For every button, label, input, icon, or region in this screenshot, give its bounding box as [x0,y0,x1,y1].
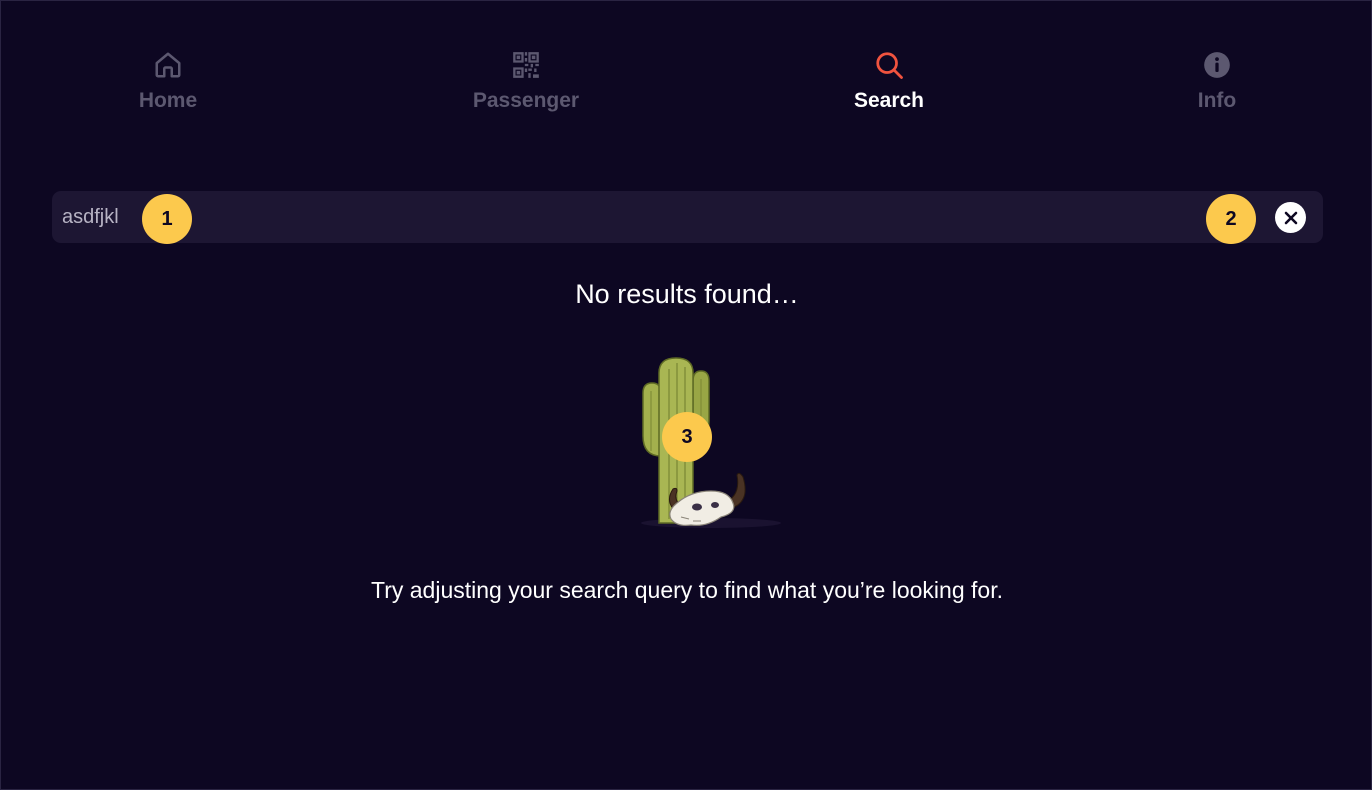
search-input[interactable] [62,191,1242,243]
annotation-marker-2: 2 [1206,194,1256,244]
search-icon [873,49,905,81]
empty-state-title: No results found… [575,279,799,309]
tab-home-label: Home [138,89,198,112]
tab-passenger-label: Passenger [472,89,580,112]
tab-home[interactable]: Home [58,49,278,113]
tab-info[interactable]: Info [1107,49,1327,113]
qr-code-icon [510,49,542,81]
annotation-marker-3: 3 [662,412,712,462]
annotation-marker-1: 1 [142,194,192,244]
search-bar [52,191,1323,243]
info-icon [1201,49,1233,81]
tab-search[interactable]: Search [779,49,999,113]
tab-search-label: Search [853,89,925,112]
app-window: Home Passenger Search Info asdfjkl 1 2 3… [0,0,1372,790]
close-icon [1283,210,1299,226]
clear-search-button[interactable] [1275,202,1306,233]
tab-passenger[interactable]: Passenger [416,49,636,113]
empty-state-subtitle: Try adjusting your search query to find … [371,577,1003,603]
tab-info-label: Info [1197,89,1237,112]
home-icon [152,49,184,81]
